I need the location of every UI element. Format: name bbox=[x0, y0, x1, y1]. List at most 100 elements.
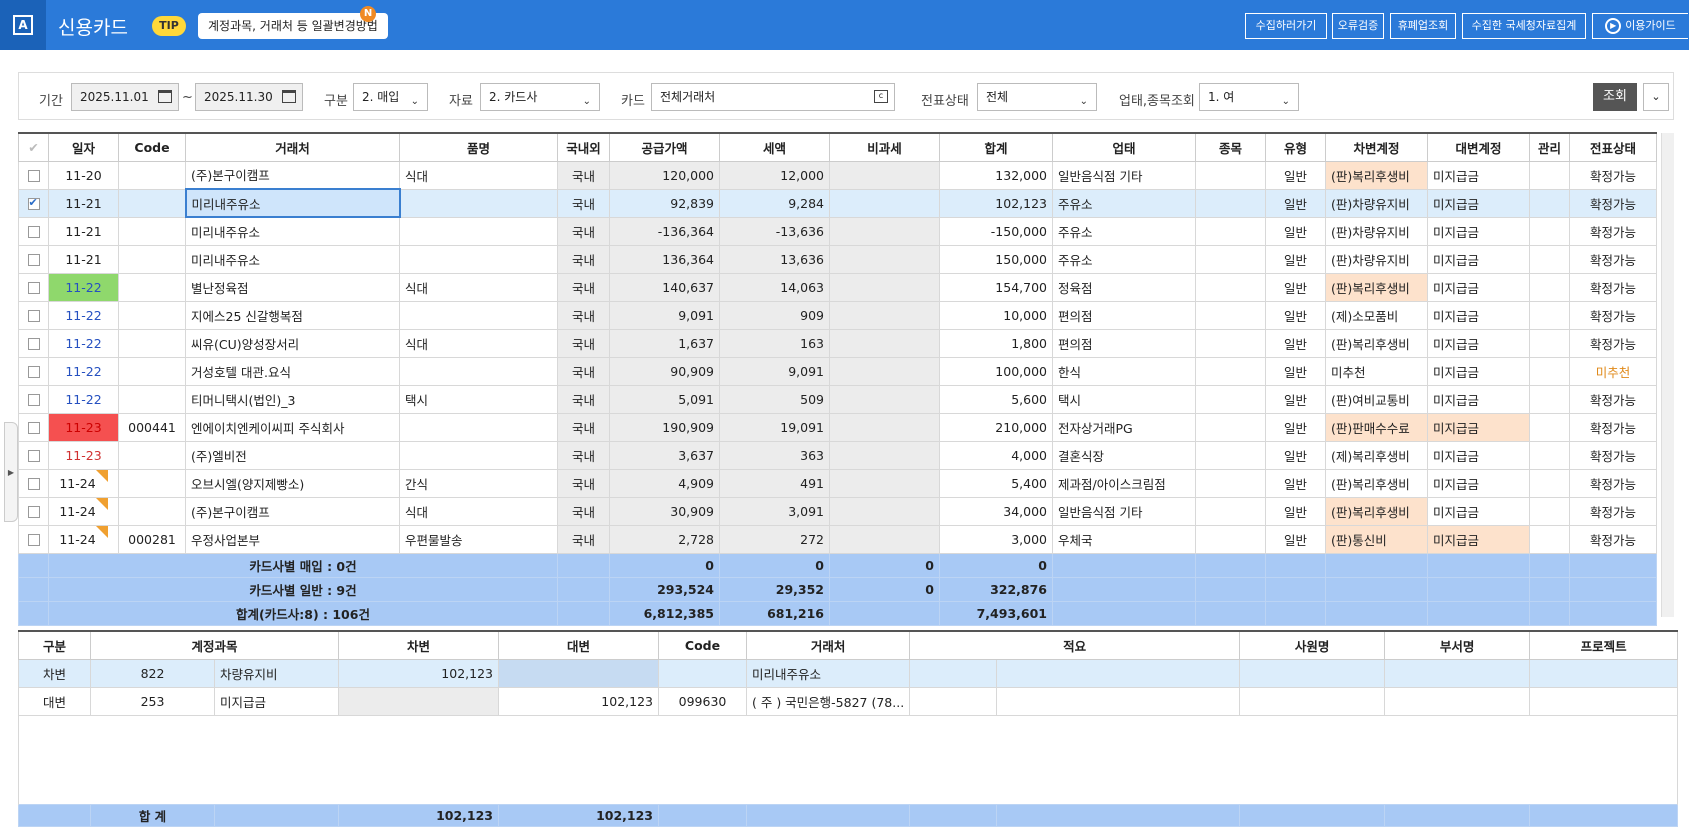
mgmt-cell[interactable] bbox=[1529, 328, 1570, 358]
row-checkbox[interactable] bbox=[18, 244, 49, 274]
code-cell[interactable]: 000281 bbox=[118, 524, 186, 554]
supply-cell[interactable]: 3,637 bbox=[609, 440, 720, 470]
kind-cell[interactable] bbox=[1195, 272, 1266, 302]
domestic-cell[interactable]: 국내 bbox=[557, 300, 610, 330]
nontax-cell[interactable] bbox=[829, 524, 940, 554]
jcol-memo[interactable]: 적요 bbox=[909, 630, 1241, 660]
total-cell[interactable]: 132,000 bbox=[939, 160, 1053, 190]
col-credit-account[interactable]: 대변계정 bbox=[1427, 132, 1530, 162]
table-row[interactable]: 11-23 000441 엔에이치엔케이씨피 주식회사 국내 190,909 19,091… bbox=[18, 412, 1657, 442]
row-checkbox[interactable] bbox=[18, 496, 49, 526]
domestic-cell[interactable]: 국내 bbox=[557, 440, 610, 470]
table-row[interactable]: 11-22 거성호텔 대관.요식 국내 90,909 9,091 100,000 한식 일반 미… bbox=[18, 356, 1657, 386]
card-input[interactable]: 전체거래처 c bbox=[651, 83, 895, 111]
supply-cell[interactable]: 136,364 bbox=[609, 244, 720, 274]
tax-cell[interactable]: 14,063 bbox=[719, 272, 830, 302]
kind-cell[interactable] bbox=[1195, 356, 1266, 386]
row-checkbox[interactable] bbox=[18, 524, 49, 554]
code-cell[interactable] bbox=[118, 188, 186, 218]
nontax-cell[interactable] bbox=[829, 384, 940, 414]
date-cell[interactable]: 11-22 bbox=[48, 300, 119, 330]
business-cell[interactable]: 택시 bbox=[1052, 384, 1196, 414]
mgmt-cell[interactable] bbox=[1529, 272, 1570, 302]
total-cell[interactable]: 3,000 bbox=[939, 524, 1053, 554]
type-cell[interactable]: 일반 bbox=[1265, 216, 1326, 246]
type-cell[interactable]: 일반 bbox=[1265, 356, 1326, 386]
jcol-employee[interactable]: 사원명 bbox=[1239, 630, 1386, 660]
table-row[interactable]: 11-22 티머니택시(법인)_3 택시 국내 5,091 509 5,600 택시 일반 (판)… bbox=[18, 384, 1657, 414]
code-cell[interactable] bbox=[118, 160, 186, 190]
total-cell[interactable]: -150,000 bbox=[939, 216, 1053, 246]
col-tax[interactable]: 세액 bbox=[719, 132, 830, 162]
date-cell[interactable]: 11-21 bbox=[48, 216, 119, 246]
table-row[interactable]: 11-24 000281 우정사업본부 우편물발송 국내 2,728 272 3,000 우체국… bbox=[18, 524, 1657, 554]
row-checkbox[interactable] bbox=[18, 300, 49, 330]
item-cell[interactable]: 우편물발송 bbox=[399, 524, 558, 554]
status-cell[interactable]: 확정가능 bbox=[1569, 384, 1657, 414]
mgmt-cell[interactable] bbox=[1529, 300, 1570, 330]
jcol-code[interactable]: Code bbox=[658, 630, 747, 660]
table-row[interactable]: 11-22 씨유(CU)양성장서리 식대 국내 1,637 163 1,800 편의점 일반 (판… bbox=[18, 328, 1657, 358]
vendor-cell[interactable]: 미리내주유소 bbox=[184, 188, 401, 218]
mgmt-cell[interactable] bbox=[1529, 412, 1570, 442]
col-domestic[interactable]: 국내외 bbox=[557, 132, 610, 162]
credit-account-cell[interactable]: 미지급금 bbox=[1427, 412, 1530, 442]
row-checkbox[interactable] bbox=[18, 468, 49, 498]
domestic-cell[interactable]: 국내 bbox=[557, 468, 610, 498]
kind-cell[interactable] bbox=[1195, 244, 1266, 274]
code-cell[interactable] bbox=[118, 356, 186, 386]
journal-row[interactable]: 차변 822 차량유지비 102,123 미리내주유소 bbox=[18, 658, 1679, 688]
table-row[interactable]: 11-20 (주)본구이캠프 식대 국내 120,000 12,000 132,000 일반음… bbox=[18, 160, 1657, 190]
kind-cell[interactable] bbox=[1195, 216, 1266, 246]
date-cell[interactable]: 11-22 bbox=[48, 328, 119, 358]
kind-cell[interactable] bbox=[1195, 440, 1266, 470]
date-cell[interactable]: 11-24 bbox=[48, 468, 119, 498]
status-cell[interactable]: 미추천 bbox=[1569, 356, 1657, 386]
type-cell[interactable]: 일반 bbox=[1265, 496, 1326, 526]
jcol-account[interactable]: 계정과목 bbox=[90, 630, 339, 660]
total-cell[interactable]: 34,000 bbox=[939, 496, 1053, 526]
tax-cell[interactable]: 363 bbox=[719, 440, 830, 470]
domestic-cell[interactable]: 국내 bbox=[557, 524, 610, 554]
type-cell[interactable]: 일반 bbox=[1265, 244, 1326, 274]
status-cell[interactable]: 확정가능 bbox=[1569, 188, 1657, 218]
search-button[interactable]: 조회 bbox=[1593, 83, 1637, 111]
status-cell[interactable]: 확정가능 bbox=[1569, 244, 1657, 274]
vendor-cell[interactable]: 엔에이치엔케이씨피 주식회사 bbox=[185, 412, 400, 442]
type-cell[interactable]: 일반 bbox=[1265, 328, 1326, 358]
domestic-cell[interactable]: 국내 bbox=[557, 160, 610, 190]
mgmt-cell[interactable] bbox=[1529, 356, 1570, 386]
debit-account-cell[interactable]: (판)통신비 bbox=[1325, 524, 1428, 554]
item-cell[interactable] bbox=[399, 244, 558, 274]
nontax-cell[interactable] bbox=[829, 440, 940, 470]
business-cell[interactable]: 일반음식점 기타 bbox=[1052, 496, 1196, 526]
credit-account-cell[interactable]: 미지급금 bbox=[1427, 328, 1530, 358]
vendor-cell[interactable]: 우정사업본부 bbox=[185, 524, 400, 554]
col-supply[interactable]: 공급가액 bbox=[609, 132, 720, 162]
nontax-cell[interactable] bbox=[829, 216, 940, 246]
jcol-credit[interactable]: 대변 bbox=[498, 630, 659, 660]
debit-account-cell[interactable]: (판)여비교통비 bbox=[1325, 384, 1428, 414]
debit-account-cell[interactable]: (판)복리후생비 bbox=[1325, 328, 1428, 358]
credit-account-cell[interactable]: 미지급금 bbox=[1427, 188, 1530, 218]
jcol-department[interactable]: 부서명 bbox=[1384, 630, 1531, 660]
item-cell[interactable]: 간식 bbox=[399, 468, 558, 498]
supply-cell[interactable]: 30,909 bbox=[609, 496, 720, 526]
mgmt-cell[interactable] bbox=[1529, 160, 1570, 190]
col-total[interactable]: 합계 bbox=[939, 132, 1053, 162]
industry-select[interactable]: 1. 여 ⌄ bbox=[1199, 83, 1299, 111]
status-select[interactable]: 전체 ⌄ bbox=[977, 83, 1097, 111]
type-cell[interactable]: 일반 bbox=[1265, 300, 1326, 330]
business-cell[interactable]: 편의점 bbox=[1052, 300, 1196, 330]
date-cell[interactable]: 11-21 bbox=[48, 244, 119, 274]
domestic-cell[interactable]: 국내 bbox=[557, 272, 610, 302]
item-cell[interactable]: 식대 bbox=[399, 496, 558, 526]
supply-cell[interactable]: 2,728 bbox=[609, 524, 720, 554]
business-cell[interactable]: 일반음식점 기타 bbox=[1052, 160, 1196, 190]
status-cell[interactable]: 확정가능 bbox=[1569, 440, 1657, 470]
date-cell[interactable]: 11-23 bbox=[48, 412, 119, 442]
domestic-cell[interactable]: 국내 bbox=[557, 188, 610, 218]
debit-account-cell[interactable]: (판)차량유지비 bbox=[1325, 188, 1428, 218]
credit-account-cell[interactable]: 미지급금 bbox=[1427, 300, 1530, 330]
nontax-cell[interactable] bbox=[829, 356, 940, 386]
